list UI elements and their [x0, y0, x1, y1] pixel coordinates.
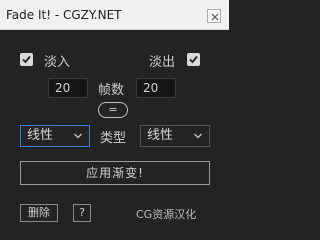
fade-in-label: 淡入	[44, 55, 71, 70]
apply-fade-button[interactable]: 应用渐变!	[20, 161, 210, 185]
checkmark-icon	[189, 55, 198, 64]
credit-text: CG资源汉化	[136, 208, 197, 221]
checkmark-icon	[22, 55, 31, 64]
window-title: Fade It! - CGZY.NET	[6, 8, 122, 22]
fade-out-frames-input[interactable]: 20	[136, 78, 176, 98]
fade-out-type-select[interactable]: 线性	[140, 125, 210, 147]
fade-out-label: 淡出	[149, 55, 176, 70]
close-icon	[211, 13, 219, 21]
main-panel: 淡入 淡出 20 帧数 20 = 线性 类型 线性 应用渐变! 删除 ? CG资…	[0, 31, 229, 236]
type-label: 类型	[100, 131, 127, 146]
equal-button[interactable]: =	[98, 102, 128, 118]
delete-button[interactable]: 删除	[20, 204, 58, 222]
help-button[interactable]: ?	[73, 204, 91, 222]
close-button[interactable]	[207, 9, 221, 23]
chevron-down-icon	[194, 133, 202, 139]
fade-out-checkbox[interactable]	[187, 53, 200, 66]
frames-label: 帧数	[98, 83, 125, 98]
fade-in-checkbox[interactable]	[20, 53, 33, 66]
fade-in-type-value: 线性	[27, 128, 54, 143]
fade-in-type-select[interactable]: 线性	[20, 125, 90, 147]
fade-in-frames-input[interactable]: 20	[48, 78, 88, 98]
fade-out-type-value: 线性	[147, 128, 174, 143]
title-bar: Fade It! - CGZY.NET	[0, 0, 229, 30]
chevron-down-icon	[74, 133, 82, 139]
